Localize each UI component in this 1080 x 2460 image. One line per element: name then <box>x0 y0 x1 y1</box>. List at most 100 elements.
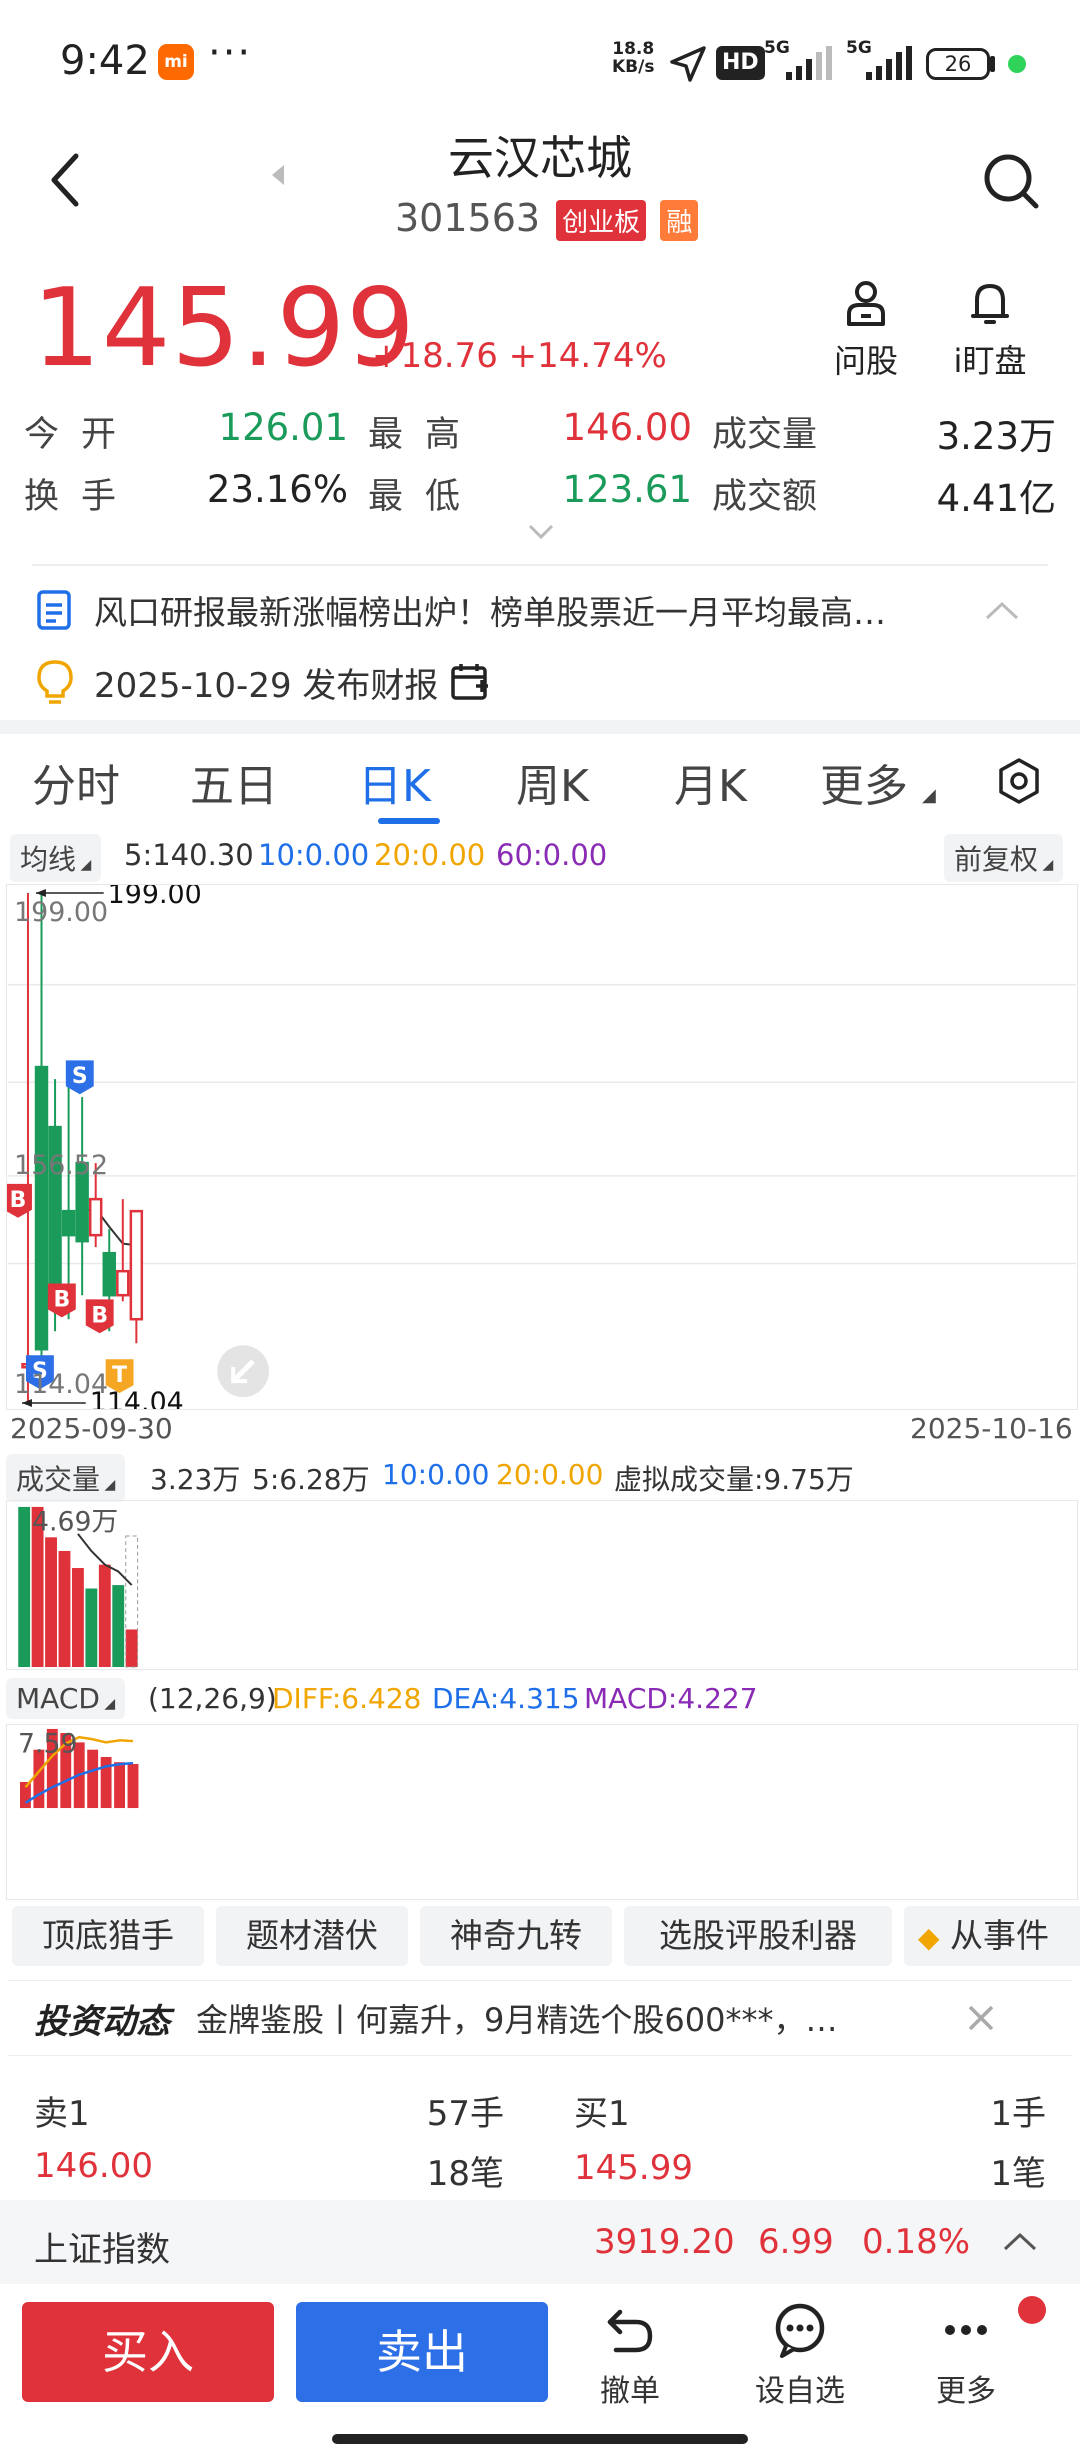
bottom-action-bar: 买入 卖出 撤单 设自选 更多 <box>0 2290 1080 2420</box>
undo-icon <box>607 2309 653 2353</box>
more-button[interactable]: 更多 <box>906 2302 1026 2410</box>
chevron-down-icon[interactable] <box>528 524 554 540</box>
chat-dots-icon <box>775 2303 825 2358</box>
volume-chart[interactable]: 4.69万 <box>6 1500 1078 1670</box>
status-more-icon: ··· <box>208 30 253 76</box>
cancel-order-button[interactable]: 撤单 <box>570 2302 690 2410</box>
calendar-add-icon[interactable] <box>450 662 490 702</box>
tab-intraday[interactable]: 分时 <box>32 750 120 814</box>
volume-bar <box>18 1506 31 1668</box>
tab-five-day[interactable]: 五日 <box>190 750 278 814</box>
candlestick-chart[interactable]: BSBSBT 199.00 156.52 114.04 199.00 114.0… <box>6 884 1078 1410</box>
volume-ma5: 5:6.28万 <box>252 1463 370 1496</box>
volume-bar <box>58 1550 71 1668</box>
chevron-up-icon[interactable] <box>984 599 1020 621</box>
candle-body <box>129 1209 144 1321</box>
ma-selector[interactable]: 均线 ◢ <box>10 834 102 882</box>
cancel-order-label: 撤单 <box>600 2374 660 2409</box>
more-label: 更多 <box>936 2374 996 2409</box>
watch-label: i盯盘 <box>953 342 1027 380</box>
candle-body <box>116 1269 130 1297</box>
tab-monthly-k[interactable]: 月K <box>674 750 747 814</box>
document-icon <box>37 590 71 630</box>
index-change-percent: 0.18% <box>862 2222 971 2262</box>
tab-weekly-k[interactable]: 周K <box>516 750 589 814</box>
adjust-selector[interactable]: 前复权 ◢ <box>944 834 1064 882</box>
max-price-label: 199.00 <box>108 884 202 910</box>
volume-bar <box>98 1564 111 1668</box>
diamond-icon: ◆ <box>918 1921 940 1954</box>
tool-from-event[interactable]: ◆ 从事件 <box>904 1906 1080 1966</box>
min-price-label: 114.04 <box>90 1387 184 1410</box>
lightbulb-icon <box>37 660 73 704</box>
location-icon <box>670 46 706 82</box>
ask-stock-button[interactable]: 问股 <box>806 278 926 382</box>
chevron-up-icon[interactable] <box>1002 2230 1038 2252</box>
signal-label: B <box>91 1303 108 1328</box>
buy1-price: 145.99 <box>574 2148 693 2188</box>
add-watchlist-label: 设自选 <box>755 2374 845 2409</box>
candle-body <box>102 1251 116 1297</box>
index-ticker[interactable]: 上证指数 3919.20 6.99 0.18% <box>0 2200 1080 2284</box>
macd-bar <box>127 1763 139 1809</box>
ma-selector-label: 均线 <box>20 843 77 876</box>
macd-chart[interactable]: 7.59 <box>6 1724 1078 1900</box>
search-icon[interactable] <box>982 152 1042 212</box>
investment-news-bar[interactable]: 投资动态 金牌鉴股丨何嘉升，9月精选个股600***，… <box>8 1980 1072 2056</box>
tool-theme-ambush[interactable]: 题材潜伏 <box>216 1906 408 1966</box>
sell-button[interactable]: 卖出 <box>296 2302 548 2402</box>
ask-stock-label: 问股 <box>833 342 898 380</box>
macd-selector[interactable]: MACD ◢ <box>6 1678 126 1719</box>
bell-icon <box>971 284 1009 324</box>
notification-badge <box>1018 2296 1046 2324</box>
x-start-date: 2025-09-30 <box>10 1412 173 1445</box>
price-change: +18.76 +14.74% <box>372 336 667 376</box>
amount-label: 成交额 <box>712 477 818 517</box>
volume-bar <box>45 1537 57 1668</box>
tool-stock-picker[interactable]: 选股评股利器 <box>624 1906 892 1966</box>
signal-label: T <box>112 1363 127 1388</box>
add-watchlist-button[interactable]: 设自选 <box>740 2302 860 2410</box>
tab-more[interactable]: 更多 ◢ <box>820 750 936 814</box>
network-speed: 18.8 KB/s <box>612 40 654 76</box>
ma-legend: 均线 ◢ 5:140.30 10:0.00 20:0.00 60:0.00 前复… <box>0 834 1080 882</box>
macd-legend: MACD ◢ (12,26,9) DIFF:6.428 DEA:4.315 MA… <box>0 1678 1080 1724</box>
stock-code-row: 301563 创业板 融 <box>395 196 699 241</box>
chart-tool-icon[interactable] <box>217 1345 270 1398</box>
signal-sell[interactable]: S <box>65 1060 94 1095</box>
buy-button[interactable]: 买入 <box>22 2302 274 2402</box>
virtual-volume: 虚拟成交量:9.75万 <box>614 1463 854 1496</box>
tool-top-bottom-hunter[interactable]: 顶底猎手 <box>12 1906 204 1966</box>
volume-bar <box>125 1629 138 1668</box>
macd-dea: DEA:4.315 <box>432 1682 580 1715</box>
volume-max-label: 4.69万 <box>32 1507 118 1538</box>
caret-icon: ◢ <box>922 785 936 806</box>
status-time: 9:42 <box>60 38 150 84</box>
volume-selector-label: 成交量 <box>16 1463 101 1496</box>
order-book: 卖1 57手 146.00 18笔 买1 1手 145.99 1笔 <box>0 2076 1080 2196</box>
divider <box>32 564 1048 566</box>
mi-app-icon: mi <box>158 44 194 80</box>
volume-bar <box>85 1588 98 1668</box>
volume-selector[interactable]: 成交量 ◢ <box>6 1454 126 1502</box>
prev-stock-arrow-icon[interactable] <box>272 165 284 185</box>
settings-icon[interactable] <box>994 756 1044 806</box>
stock-code: 301563 <box>395 196 541 240</box>
candle-body <box>88 1197 103 1237</box>
watch-button[interactable]: i盯盘 <box>930 278 1050 382</box>
earnings-report-item[interactable]: 2025-10-29 发布财报 <box>36 652 490 712</box>
tab-daily-k[interactable]: 日K <box>358 750 431 814</box>
open-label: 今开 <box>24 415 139 455</box>
tool-magic-nine[interactable]: 神奇九转 <box>420 1906 612 1966</box>
speed-value: 18.8 <box>612 39 655 59</box>
sell1-orders: 18笔 <box>426 2154 504 2194</box>
candle-body <box>61 1209 76 1237</box>
battery-tip <box>990 56 995 72</box>
macd-value: MACD:4.227 <box>584 1682 758 1715</box>
signal-buy[interactable]: B <box>47 1283 76 1318</box>
news-item[interactable]: 风口研报最新涨幅榜出炉！榜单股票近一月平均最高… <box>36 580 1046 640</box>
close-icon[interactable] <box>966 2003 996 2033</box>
tab-more-label: 更多 <box>820 761 908 812</box>
home-indicator[interactable] <box>332 2434 748 2444</box>
index-change: 6.99 <box>758 2222 834 2262</box>
